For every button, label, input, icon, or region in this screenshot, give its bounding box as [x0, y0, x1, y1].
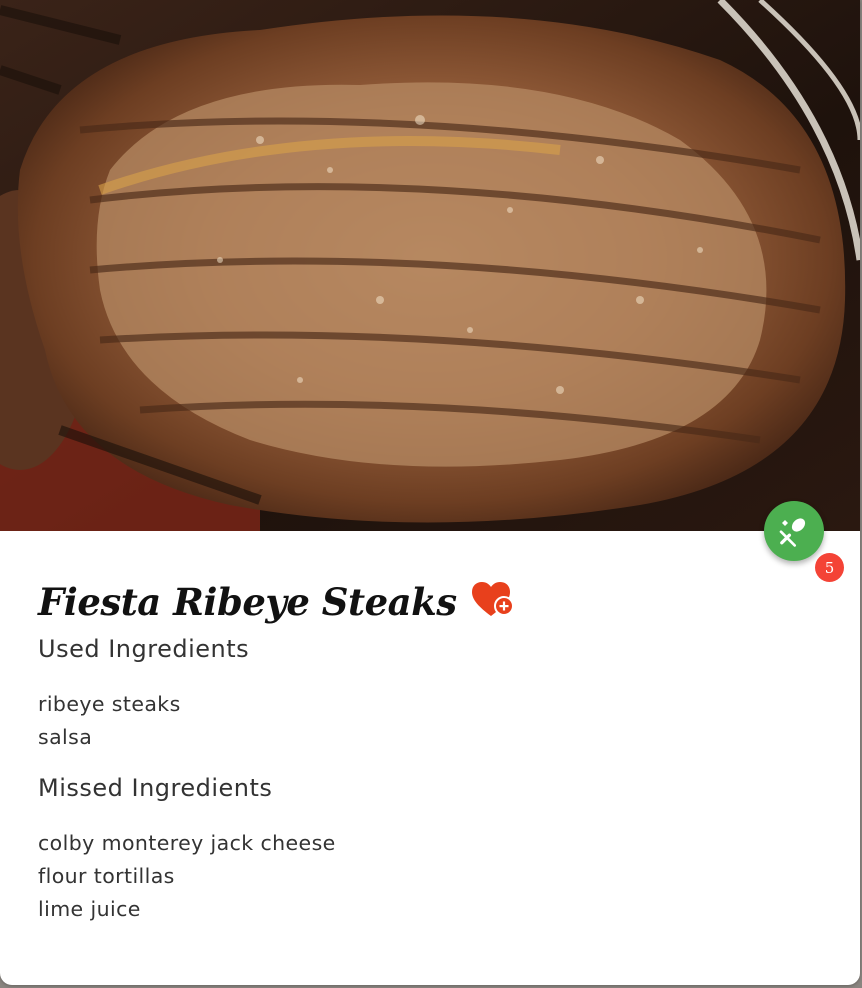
missed-ingredient: colby monterey jack cheese	[38, 831, 336, 855]
use-recipe-button[interactable]	[764, 501, 824, 561]
used-ingredients-list: ribeye steaks salsa	[38, 688, 181, 754]
missed-ingredients-heading: Missed Ingredients	[38, 774, 273, 802]
steak-photo	[0, 0, 860, 531]
recipe-title: Fiesta Ribeye Steaks	[38, 580, 457, 624]
missed-ingredient: flour tortillas	[38, 864, 175, 888]
missed-ingredient: lime juice	[38, 897, 141, 921]
heart-plus-icon	[471, 582, 514, 616]
used-ingredients-heading: Used Ingredients	[38, 635, 250, 663]
used-ingredient: salsa	[38, 725, 93, 749]
utensils-icon	[779, 518, 806, 547]
recipe-image[interactable]	[0, 0, 860, 531]
missed-ingredients-list: colby monterey jack cheese flour tortill…	[38, 827, 336, 926]
title-row: Fiesta Ribeye Steaks	[38, 574, 515, 630]
recipe-card: 5 Fiesta Ribeye Steaks Used Ingredients …	[0, 0, 860, 985]
used-ingredient: ribeye steaks	[38, 692, 181, 716]
missed-count-badge: 5	[815, 553, 844, 582]
add-favorite-button[interactable]	[471, 580, 515, 620]
